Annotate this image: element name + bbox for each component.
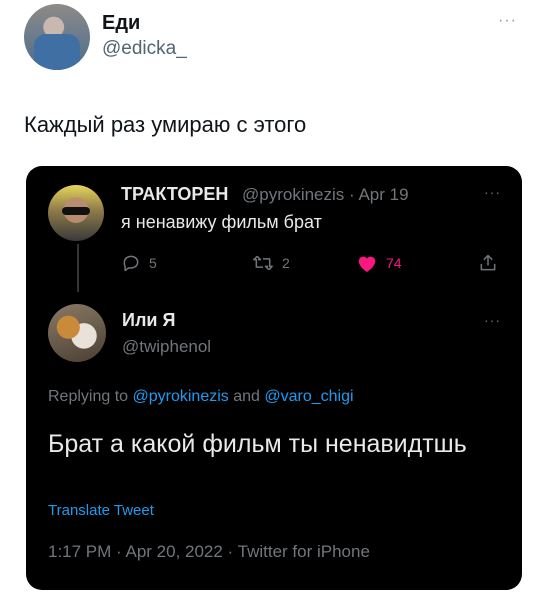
tweet1-author-name[interactable]: ТРАКТОРЕН xyxy=(121,184,228,205)
outer-author-handle[interactable]: @edicka_ xyxy=(102,38,187,60)
heart-icon xyxy=(358,256,376,273)
quoted-screenshot-card: ТРАКТОРЕН @pyrokinezis · Apr 19 ··· я не… xyxy=(26,166,522,590)
replying-to-line: Replying to @pyrokinezis and @varo_chigi xyxy=(48,388,354,406)
outer-more-icon[interactable]: ··· xyxy=(498,12,517,30)
thread-line xyxy=(77,244,79,292)
reply-mention-2[interactable]: @varo_chigi xyxy=(264,388,353,405)
retweet-button[interactable]: 2 xyxy=(252,252,290,274)
reply-button[interactable]: 5 xyxy=(121,252,157,274)
tweet2-author-name[interactable]: Или Я xyxy=(122,310,175,331)
reply-mention-1[interactable]: @pyrokinezis xyxy=(133,388,229,405)
tweet1-meta[interactable]: @pyrokinezis · Apr 19 xyxy=(242,185,409,205)
tweet1-text: я ненавижу фильм брат xyxy=(121,212,322,232)
tweet2-avatar[interactable] xyxy=(48,304,106,362)
tweet2-more-icon[interactable]: ··· xyxy=(484,312,501,328)
outer-author-name[interactable]: Еди xyxy=(102,12,140,35)
avatar-glasses xyxy=(62,207,90,215)
replying-prefix: Replying to xyxy=(48,388,129,405)
outer-avatar[interactable] xyxy=(24,4,90,70)
tweet1-avatar[interactable] xyxy=(48,185,104,241)
tweet2-timestamp[interactable]: 1:17 PM · Apr 20, 2022 · Twitter for iPh… xyxy=(48,542,370,562)
share-icon xyxy=(480,254,496,271)
tweet2-text: Брат а какой фильм ты ненавидтшь xyxy=(48,430,467,458)
share-button[interactable] xyxy=(478,252,498,274)
like-count: 74 xyxy=(386,255,402,271)
reply-conjunction: and xyxy=(233,388,260,405)
retweet-icon xyxy=(253,255,273,271)
translate-link[interactable]: Translate Tweet xyxy=(48,502,154,519)
reply-count: 5 xyxy=(149,255,157,271)
outer-tweet-text: Каждый раз умираю с этого xyxy=(24,112,307,137)
tweet1-more-icon[interactable]: ··· xyxy=(484,184,501,200)
reply-icon xyxy=(123,255,139,272)
retweet-count: 2 xyxy=(282,255,290,271)
tweet2-author-handle[interactable]: @twiphenol xyxy=(122,337,211,357)
like-button[interactable]: 74 xyxy=(356,252,402,274)
